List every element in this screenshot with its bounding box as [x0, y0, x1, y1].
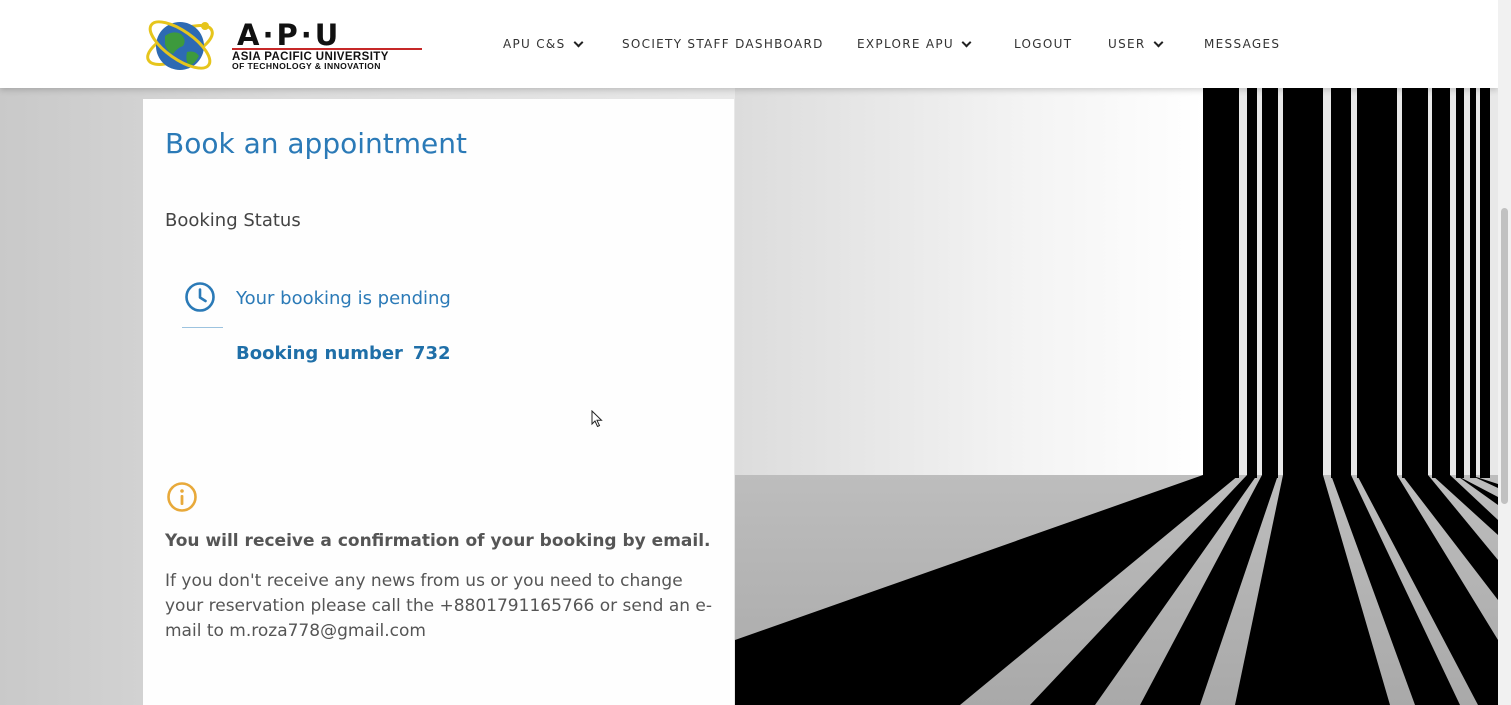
booking-status-text: Your booking is pending	[236, 288, 451, 309]
status-divider	[182, 327, 223, 328]
chevron-down-icon	[1153, 37, 1163, 47]
nav-society-staff-dashboard-label: SOCIETY STAFF DASHBOARD	[622, 37, 824, 51]
page-title: Book an appointment	[165, 127, 467, 160]
booking-status-heading: Booking Status	[165, 210, 301, 231]
booking-number-label: Booking number	[236, 343, 403, 364]
booking-card: Book an appointment Booking Status Your …	[143, 99, 734, 705]
nav-messages-label: MESSAGES	[1204, 37, 1281, 51]
nav-user-label: USER	[1108, 37, 1146, 51]
mouse-cursor-icon	[591, 410, 603, 428]
nav-logout[interactable]: LOGOUT	[1014, 36, 1072, 52]
nav-messages[interactable]: MESSAGES	[1204, 36, 1280, 52]
site-header: A·P·U ASIA PACIFIC UNIVERSITY OF TECHNOL…	[0, 0, 1498, 88]
scrollbar-thumb[interactable]	[1501, 208, 1508, 504]
confirmation-message: You will receive a confirmation of your …	[165, 531, 711, 551]
chevron-down-icon	[961, 37, 972, 47]
page-scrollbar[interactable]	[1498, 0, 1511, 705]
apu-logo[interactable]: A·P·U ASIA PACIFIC UNIVERSITY OF TECHNOL…	[141, 10, 426, 80]
logo-university-subtitle: OF TECHNOLOGY & INNOVATION	[232, 61, 381, 71]
nav-apu-cs[interactable]: APU C&S	[503, 36, 583, 52]
nav-apu-cs-label: APU C&S	[503, 37, 566, 51]
contact-note: If you don't receive any news from us or…	[165, 571, 713, 641]
nav-logout-label: LOGOUT	[1014, 37, 1073, 51]
nav-user[interactable]: USER	[1108, 36, 1163, 52]
clock-icon	[185, 282, 215, 312]
booking-number-row: Booking number 732	[236, 343, 451, 364]
nav-society-staff-dashboard[interactable]: SOCIETY STAFF DASHBOARD	[622, 36, 824, 52]
booking-number-value: 732	[412, 343, 451, 364]
chevron-down-icon	[573, 37, 583, 47]
info-icon	[167, 482, 197, 512]
nav-explore-apu[interactable]: EXPLORE APU	[857, 36, 972, 52]
globe-logo-icon	[146, 20, 214, 70]
nav-explore-apu-label: EXPLORE APU	[857, 37, 955, 51]
logo-wordmark: A·P·U	[237, 18, 342, 52]
